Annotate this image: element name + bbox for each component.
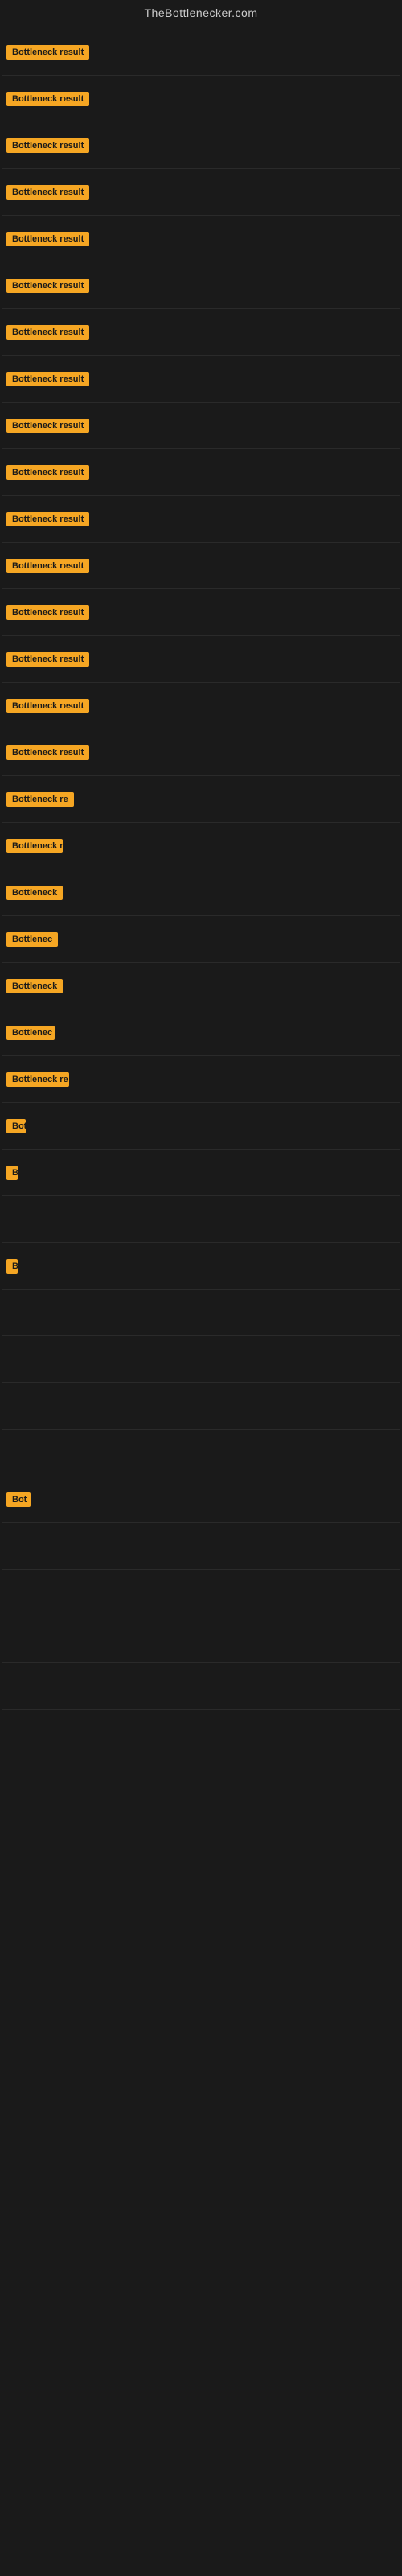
list-item: [2, 1663, 400, 1710]
bottleneck-badge[interactable]: Bottleneck result: [6, 465, 89, 480]
list-item: Bottleneck result: [2, 169, 400, 216]
bottleneck-badge[interactable]: Bottleneck result: [6, 92, 89, 106]
bottleneck-badge[interactable]: Bottleneck result: [6, 232, 89, 246]
list-item: [2, 1523, 400, 1570]
bottleneck-badge[interactable]: Bottleneck: [6, 1166, 18, 1180]
bottleneck-badge[interactable]: Bottleneck: [6, 979, 63, 993]
list-item: Bottleneck result: [2, 589, 400, 636]
bottleneck-badge[interactable]: Bottleneck result: [6, 512, 89, 526]
bottleneck-badge[interactable]: Bottleneck result: [6, 372, 89, 386]
bottleneck-badge[interactable]: Bottleneck result: [6, 605, 89, 620]
bottleneck-badge[interactable]: Bottleneck result: [6, 279, 89, 293]
list-item: B: [2, 1243, 400, 1290]
bottleneck-badge[interactable]: Bottleneck result: [6, 138, 89, 153]
list-item: Bottleneck result: [2, 543, 400, 589]
bottleneck-badge[interactable]: Bottlenec: [6, 932, 58, 947]
list-item: Bottleneck result: [2, 309, 400, 356]
bottleneck-badge[interactable]: Bottleneck re: [6, 1072, 69, 1087]
list-item: Bottleneck result: [2, 449, 400, 496]
list-item: Bottleneck re: [2, 776, 400, 823]
bottleneck-badge[interactable]: Bottleneck: [6, 886, 63, 900]
list-item: [2, 1430, 400, 1476]
bottleneck-badge[interactable]: Bottleneck result: [6, 185, 89, 200]
bottleneck-badge[interactable]: Bottleneck resul: [6, 839, 63, 853]
bottleneck-badge[interactable]: Bottleneck result: [6, 745, 89, 760]
bottleneck-badge[interactable]: B: [6, 1259, 18, 1274]
bottleneck-badge[interactable]: Bottleneck re: [6, 792, 74, 807]
bottleneck-badge[interactable]: Bottleneck result: [6, 652, 89, 667]
list-item: Bottleneck result: [2, 729, 400, 776]
list-item: Bottleneck re: [2, 1056, 400, 1103]
site-header: TheBottlenecker.com: [0, 0, 402, 29]
list-item: Bottleneck result: [2, 122, 400, 169]
list-item: [2, 1570, 400, 1616]
bottleneck-badge[interactable]: Bot: [6, 1492, 31, 1507]
list-item: Bottleneck result: [2, 402, 400, 449]
list-item: Bottleneck result: [2, 262, 400, 309]
list-item: [2, 1616, 400, 1663]
bottleneck-badge[interactable]: Bottleneck result: [6, 559, 89, 573]
list-item: Bottlenec: [2, 1009, 400, 1056]
bottleneck-badge[interactable]: Bottlen: [6, 1119, 26, 1133]
list-item: Bottlen: [2, 1103, 400, 1150]
bottleneck-badge[interactable]: Bottlenec: [6, 1026, 55, 1040]
bottleneck-badge[interactable]: Bottleneck result: [6, 325, 89, 340]
bottleneck-badge[interactable]: Bottleneck result: [6, 45, 89, 60]
list-item: Bottleneck result: [2, 636, 400, 683]
bottleneck-badge[interactable]: Bottleneck result: [6, 699, 89, 713]
list-item: Bottleneck: [2, 869, 400, 916]
list-item: Bottleneck: [2, 1150, 400, 1196]
list-item: Bottleneck resul: [2, 823, 400, 869]
list-item: Bo: [2, 1196, 400, 1243]
main-container: Bottleneck result Bottleneck result Bottle…: [0, 29, 402, 1710]
list-item: Bot: [2, 1476, 400, 1523]
list-item: Bottleneck result: [2, 216, 400, 262]
list-item: Bottleneck result: [2, 76, 400, 122]
list-item: Bottleneck: [2, 963, 400, 1009]
list-item: Bottleneck result: [2, 29, 400, 76]
list-item: Bottleneck result: [2, 496, 400, 543]
bottleneck-badge[interactable]: Bottleneck result: [6, 419, 89, 433]
list-item: [2, 1290, 400, 1336]
list-item: [2, 1383, 400, 1430]
list-item: Bottleneck result: [2, 683, 400, 729]
list-item: Bottlenec: [2, 916, 400, 963]
list-item: Bottleneck result: [2, 356, 400, 402]
list-item: [2, 1336, 400, 1383]
